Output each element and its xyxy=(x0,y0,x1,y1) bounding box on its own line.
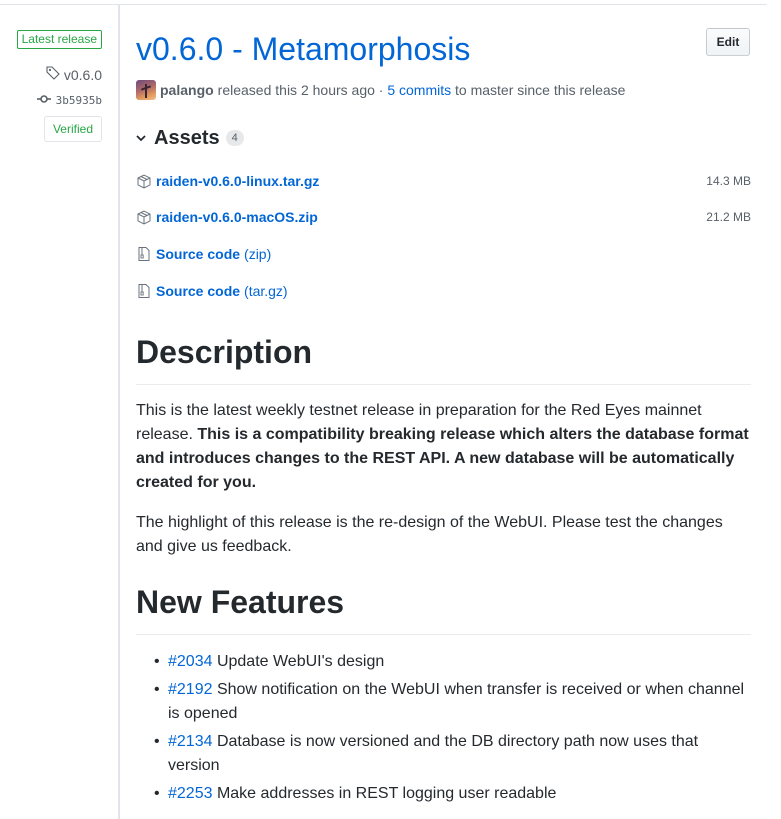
file-zip-icon xyxy=(136,283,152,299)
tag-link[interactable]: v0.6.0 xyxy=(46,66,102,83)
issue-link[interactable]: #2192 xyxy=(168,681,213,698)
heading-rule xyxy=(136,634,751,635)
author-link[interactable]: palango xyxy=(160,82,214,98)
asset-link[interactable]: raiden-v0.6.0-linux.tar.gz xyxy=(156,173,319,189)
verified-badge[interactable]: Verified xyxy=(43,116,102,142)
asset-row: Source code (tar.gz) xyxy=(136,280,751,302)
top-border xyxy=(0,4,767,5)
source-code-targz-link[interactable]: Source code xyxy=(156,283,240,299)
heading-rule xyxy=(136,384,751,385)
asset-row: Source code (zip) xyxy=(136,243,751,265)
assets-title: Assets xyxy=(154,127,220,149)
highlight-paragraph: The highlight of this release is the re-… xyxy=(136,514,723,555)
asset-ext[interactable]: (tar.gz) xyxy=(244,283,288,299)
assets-toggle[interactable]: Assets 4 xyxy=(136,126,244,150)
commits-suffix: to master since this release xyxy=(451,82,626,98)
release-byline: palango released this 2 hours ago · 5 co… xyxy=(136,80,625,100)
list-item: • #2134 Database is now versioned and the… xyxy=(154,733,699,774)
new-features-heading: New Features xyxy=(136,584,345,620)
asset-row: raiden-v0.6.0-macOS.zip 21.2 MB xyxy=(136,206,751,228)
features-list: • #2034 Update WebUI's design • #2192 Show… xyxy=(136,650,751,810)
tag-name: v0.6.0 xyxy=(63,66,102,83)
source-code-zip-link[interactable]: Source code xyxy=(156,246,240,262)
description-heading: Description xyxy=(136,334,313,370)
asset-size: 21.2 MB xyxy=(706,210,751,224)
list-item: • #2253 Make addresses in REST logging us… xyxy=(154,785,557,802)
asset-row: raiden-v0.6.0-linux.tar.gz 14.3 MB xyxy=(136,170,751,192)
chevron-down-icon xyxy=(136,131,150,145)
latest-release-badge: Latest release xyxy=(16,30,102,49)
commit-sha: 3b5935b xyxy=(55,94,102,107)
released-text: released this 2 hours ago · xyxy=(217,82,388,98)
package-icon xyxy=(136,209,152,225)
description-paragraph: This is the latest weekly testnet releas… xyxy=(136,399,751,495)
commit-icon xyxy=(36,94,51,107)
list-item: • #2192 Show notification on the WebUI wh… xyxy=(154,681,745,722)
package-icon xyxy=(136,173,152,189)
asset-ext[interactable]: (zip) xyxy=(244,246,271,262)
commits-link[interactable]: 5 commits xyxy=(387,82,451,98)
list-item: • #2034 Update WebUI's design xyxy=(154,653,385,670)
asset-link[interactable]: raiden-v0.6.0-macOS.zip xyxy=(156,209,318,225)
commit-link[interactable]: 3b5935b xyxy=(36,94,102,107)
avatar[interactable] xyxy=(136,80,156,100)
description-bold-text: This is a compatibility breaking release… xyxy=(136,426,749,491)
release-title[interactable]: v0.6.0 - Metamorphosis xyxy=(136,29,470,69)
assets-count: 4 xyxy=(225,130,244,146)
issue-link[interactable]: #2134 xyxy=(168,733,213,750)
file-zip-icon xyxy=(136,246,152,262)
edit-button[interactable]: Edit xyxy=(706,28,750,56)
issue-link[interactable]: #2034 xyxy=(168,653,213,670)
issue-link[interactable]: #2253 xyxy=(168,785,213,802)
tag-icon xyxy=(46,66,60,83)
asset-size: 14.3 MB xyxy=(706,174,751,188)
timeline-divider xyxy=(118,4,120,819)
